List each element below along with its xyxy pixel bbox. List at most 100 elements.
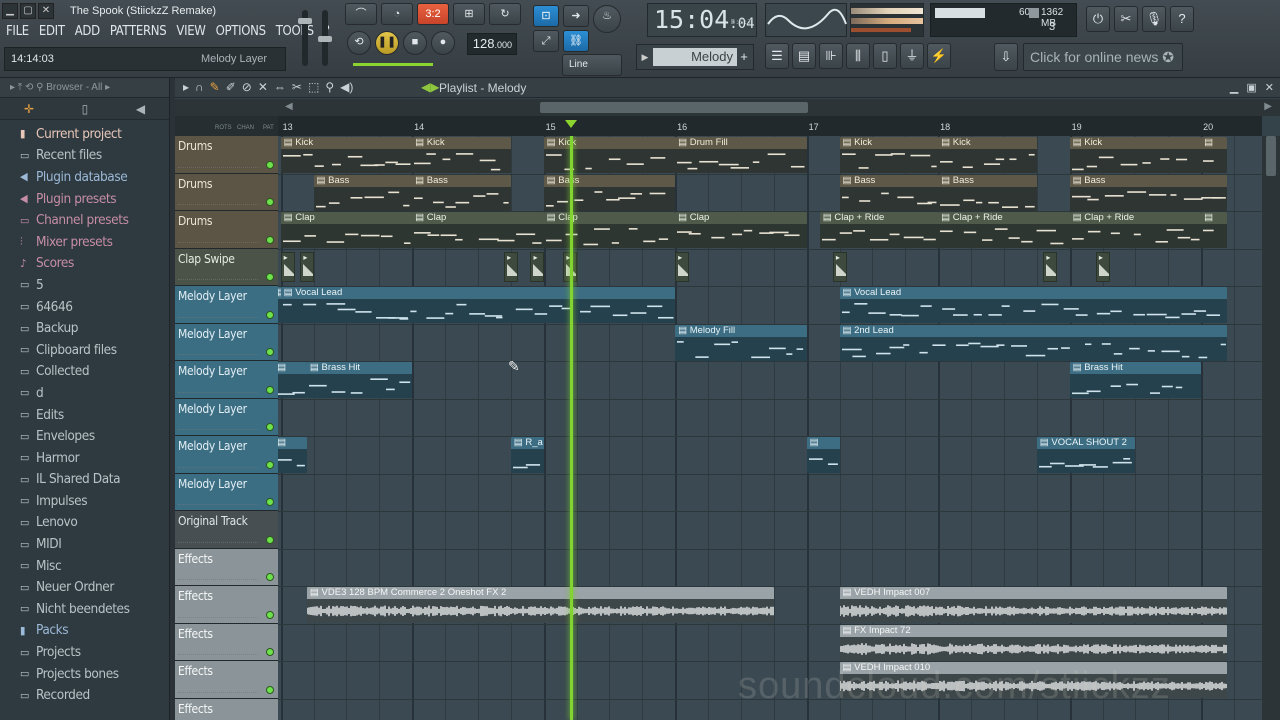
mute-icon[interactable]: ✕ — [258, 80, 268, 94]
play-pause-button[interactable]: ❚❚ — [375, 31, 399, 55]
song-position-bar[interactable] — [353, 63, 433, 66]
playlist-clip[interactable]: ▤ Bass — [839, 174, 939, 211]
plugin-picker-icon[interactable]: ⚡ — [927, 43, 951, 69]
track-header[interactable]: Effects — [175, 548, 278, 586]
plugin-icon[interactable]: ⏚ — [900, 43, 924, 69]
playlist-clip[interactable]: ▤ VEDH Impact 007 — [839, 587, 1228, 623]
browser-item[interactable]: ▭ Backup — [0, 317, 169, 339]
wait-input-button[interactable]: ◔ — [381, 3, 413, 25]
help-icon[interactable]: ? — [1170, 6, 1194, 32]
playback-icon[interactable]: ◀) — [340, 80, 353, 94]
loop-record-button[interactable]: ↻ — [489, 3, 521, 25]
track-header[interactable]: Drums — [175, 173, 278, 211]
browser-item[interactable]: ▭ Projects — [0, 641, 169, 663]
clap-marker[interactable]: ▸ — [280, 251, 295, 282]
browser-item[interactable]: ▮ Current project — [0, 123, 169, 145]
link-icon[interactable]: ⛓ — [563, 30, 589, 52]
playlist-clip[interactable]: ▤ — [278, 437, 307, 473]
playlist-close-button[interactable]: ✕ — [1265, 81, 1274, 94]
playlist-clip[interactable]: ▤ Kick — [839, 137, 939, 173]
browser-speaker-icon[interactable]: ◀ — [136, 102, 145, 116]
track-enable-led[interactable] — [266, 385, 274, 394]
add-pattern-button[interactable]: + — [737, 48, 751, 66]
playlist-clip[interactable]: ▤ Vocal Lead — [839, 287, 1228, 323]
browser-item[interactable]: ▭ Recorded — [0, 684, 169, 706]
playlist-clip[interactable]: ▤ — [1201, 212, 1228, 248]
browser-item[interactable]: ▮ Packs — [0, 620, 169, 642]
track-header[interactable]: Melody Layer — [175, 398, 278, 436]
horizontal-scrollbar[interactable] — [540, 102, 808, 113]
playlist-minimize-button[interactable]: ▁ — [1230, 81, 1238, 94]
clap-marker[interactable]: ▸ — [675, 251, 690, 282]
paint-icon[interactable]: ✐ — [226, 80, 236, 94]
track-enable-led[interactable] — [266, 198, 274, 206]
playlist-clip[interactable]: ▤ FX Impact 72 — [839, 624, 1228, 661]
playlist-clip[interactable]: ▤ Bass — [543, 174, 676, 211]
track-enable-led[interactable] — [266, 160, 274, 169]
browser-item[interactable]: ▭ 64646 — [0, 296, 169, 318]
snap-select[interactable]: Line — [562, 54, 622, 76]
browser-file-icon[interactable]: ▯ — [82, 102, 89, 116]
clap-marker[interactable]: ▸ — [832, 251, 847, 282]
channel-rack-icon[interactable]: ⊪ — [819, 43, 843, 69]
browser-item[interactable]: ▭ Neuer Ordner — [0, 576, 169, 598]
track-header[interactable]: Melody Layer — [175, 323, 278, 361]
track-enable-led[interactable] — [266, 348, 274, 356]
track-header[interactable]: Melody Layer — [175, 361, 278, 399]
pencil-icon[interactable]: ✎ — [210, 80, 220, 94]
playlist-clip[interactable]: ▤ Kick — [543, 137, 676, 173]
playlist-clip[interactable]: ▤ — [1201, 137, 1228, 173]
playlist-clip[interactable]: ▤ Kick — [412, 137, 511, 173]
track-header[interactable]: Effects — [175, 586, 278, 624]
minimize-button[interactable]: ▁ — [2, 3, 18, 19]
menu-file[interactable]: FILE — [6, 24, 29, 39]
scroll-left-icon[interactable]: ◀ — [285, 101, 293, 112]
browser-sort-icon[interactable]: ✛ — [24, 102, 34, 116]
playlist-clip[interactable]: ▤ Bass — [412, 174, 511, 211]
track-header[interactable]: Melody Layer — [175, 473, 278, 511]
track-header[interactable]: Drums — [175, 136, 278, 174]
select-icon[interactable]: ⬚ — [308, 80, 319, 94]
slip-icon[interactable]: ⇔ — [274, 80, 286, 94]
mixer-icon[interactable]: ⫼ — [846, 43, 870, 69]
track-header[interactable]: Effects — [175, 623, 278, 661]
playlist-clip[interactable]: ▤ R_a — [510, 437, 544, 473]
master-volume-slider[interactable] — [298, 10, 312, 66]
playlist-clip[interactable]: ▤ Brass Hit — [306, 362, 413, 398]
browser-item[interactable]: ▭ 5 — [0, 274, 169, 296]
browser-item[interactable]: ▭ Collected — [0, 361, 169, 383]
browser-item[interactable]: ▭ Lenovo — [0, 512, 169, 534]
online-news-button[interactable]: Click for online news ✪ — [1023, 43, 1183, 71]
slice-icon[interactable]: ✂ — [292, 80, 302, 94]
pattern-name[interactable]: Melody — [653, 48, 737, 66]
track-header[interactable]: Effects — [175, 661, 278, 699]
piano-roll-icon[interactable]: ▤ — [792, 43, 816, 69]
tools-icon[interactable]: ✂ — [1114, 6, 1138, 32]
playlist-clip[interactable]: ▤ VOCAL SHOUT 2 — [1036, 437, 1136, 473]
browser-item[interactable]: ▭ Recent files — [0, 145, 169, 167]
playlist-clip[interactable]: ▤ Drum Fill — [675, 137, 807, 173]
playlist-clip[interactable]: ▤ Bass — [313, 174, 413, 211]
magnet-icon[interactable]: ∩ — [195, 80, 204, 94]
track-header[interactable]: Effects — [175, 698, 278, 720]
browser-item[interactable]: ▭ Impulses — [0, 490, 169, 512]
stop-button[interactable]: ■ — [403, 31, 427, 55]
playlist-clip[interactable]: ▤ Kick — [938, 137, 1037, 173]
playlist-clip[interactable]: ▤ Clap — [280, 212, 413, 248]
close-button[interactable]: ✕ — [38, 3, 54, 19]
playlist-clip[interactable]: ▤ Brass Hit — [1069, 362, 1202, 398]
clap-marker[interactable]: ▸ — [1095, 251, 1110, 282]
track-header[interactable]: Melody Layer — [175, 436, 278, 474]
files-icon[interactable]: ▯ — [873, 43, 897, 69]
browser-item[interactable]: ♪ Scores — [0, 253, 169, 275]
track-enable-led[interactable] — [266, 273, 274, 281]
menu-edit[interactable]: EDIT — [39, 24, 65, 39]
clap-marker[interactable]: ▸ — [1043, 251, 1058, 282]
clap-marker[interactable]: ▸ — [504, 251, 519, 282]
timeline-ruler[interactable]: 13 14 15 16 17 18 19 20 — [278, 116, 1262, 136]
playlist-clip[interactable]: ▤ 2nd Lead — [839, 324, 1228, 361]
browser-item[interactable]: ▭ Harmor — [0, 447, 169, 469]
clap-marker[interactable]: ▸ — [300, 251, 315, 282]
power-icon[interactable]: ⏻ — [1086, 6, 1110, 32]
maximize-button[interactable]: ▢ — [20, 3, 36, 19]
